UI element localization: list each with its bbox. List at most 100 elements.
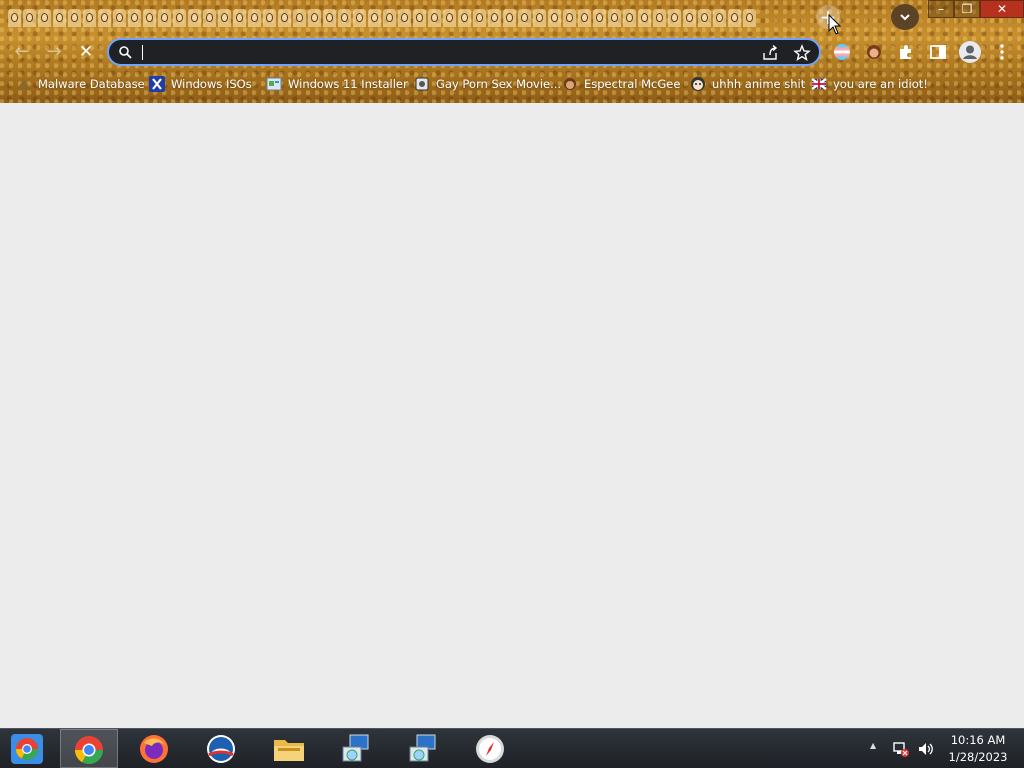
browser-tab[interactable] [383, 9, 396, 27]
browser-tab[interactable] [143, 9, 156, 27]
browser-tab[interactable] [8, 9, 21, 27]
browser-tab[interactable] [248, 9, 261, 27]
side-panel-icon[interactable] [928, 42, 948, 62]
malware-favicon-icon [18, 78, 30, 89]
browser-tab[interactable] [233, 9, 246, 27]
taskbar-app-setup-installer[interactable] [326, 729, 384, 768]
browser-tab[interactable] [653, 9, 666, 27]
bookmark-espectral-mcgee[interactable]: Espectral McGee [562, 75, 680, 93]
browser-tab[interactable] [293, 9, 306, 27]
browser-tab[interactable] [458, 9, 471, 27]
puzzle-extensions-icon[interactable] [896, 42, 916, 62]
browser-tab[interactable] [113, 9, 126, 27]
taskbar-app-chromium[interactable] [0, 729, 58, 768]
profile-avatar-icon[interactable] [958, 40, 982, 64]
browser-tab[interactable] [323, 9, 336, 27]
x-favicon-icon [149, 76, 165, 92]
close-window-button[interactable]: ✕ [980, 0, 1024, 18]
taskbar-app-chrome[interactable] [60, 729, 118, 768]
volume-icon[interactable] [917, 741, 935, 757]
browser-tab[interactable] [698, 9, 711, 27]
browser-tab[interactable] [173, 9, 186, 27]
tab-strip[interactable] [8, 5, 788, 31]
browser-tab[interactable] [503, 9, 516, 27]
browser-tab[interactable] [443, 9, 456, 27]
taskbar-app-safari[interactable] [460, 729, 518, 768]
browser-tab[interactable] [428, 9, 441, 27]
face-extension-icon[interactable] [864, 42, 884, 62]
browser-tab[interactable] [263, 9, 276, 27]
browser-tab[interactable] [668, 9, 681, 27]
tray-overflow-arrow[interactable]: ▲ [870, 741, 876, 750]
page-content-area[interactable] [0, 103, 1024, 728]
trans-flag-extension-icon[interactable] [832, 42, 852, 62]
tab-search-button[interactable] [891, 4, 919, 30]
installer-favicon-icon [266, 77, 282, 91]
browser-tab[interactable] [578, 9, 591, 27]
opera-logo-icon [207, 735, 235, 763]
share-icon[interactable] [761, 44, 779, 62]
taskbar: ▲ 10:16 AM 1/28/2023 [0, 728, 1024, 768]
browser-tab[interactable] [158, 9, 171, 27]
browser-tab[interactable] [548, 9, 561, 27]
browser-tab[interactable] [683, 9, 696, 27]
browser-tab[interactable] [98, 9, 111, 27]
restore-button[interactable]: ❐ [954, 0, 980, 18]
browser-tab[interactable] [563, 9, 576, 27]
browser-tab[interactable] [83, 9, 96, 27]
browser-tab[interactable] [368, 9, 381, 27]
address-input[interactable] [147, 43, 751, 65]
browser-tab[interactable] [713, 9, 726, 27]
taskbar-app-setup-installer-2[interactable] [393, 729, 451, 768]
browser-tab[interactable] [38, 9, 51, 27]
browser-tab[interactable] [278, 9, 291, 27]
kebab-menu-icon[interactable] [992, 42, 1012, 62]
browser-tab[interactable] [473, 9, 486, 27]
browser-tab[interactable] [488, 9, 501, 27]
browser-tab[interactable] [338, 9, 351, 27]
bookmark-label: uhhh anime shit [712, 77, 806, 91]
browser-tab[interactable] [53, 9, 66, 27]
stop-loading-button[interactable]: ✕ [74, 40, 98, 64]
bookmark-malware-database[interactable]: Malware Database [16, 75, 145, 93]
browser-tab[interactable] [533, 9, 546, 27]
browser-tab[interactable] [353, 9, 366, 27]
bookmark-star-icon[interactable] [793, 44, 811, 62]
chrome-icon [75, 736, 103, 764]
taskbar-app-opera[interactable] [193, 729, 251, 768]
bookmark-anime[interactable]: uhhh anime shit [690, 75, 805, 93]
browser-tab[interactable] [413, 9, 426, 27]
network-icon[interactable] [892, 741, 910, 757]
search-icon [119, 46, 132, 59]
address-bar[interactable] [107, 38, 821, 66]
taskbar-app-file-explorer[interactable] [260, 729, 318, 768]
taskbar-app-firefox[interactable] [126, 729, 184, 768]
browser-tab[interactable] [398, 9, 411, 27]
bookmark-windows-isos[interactable]: Windows ISOs [149, 75, 252, 93]
clock-date[interactable]: 1/28/2023 [938, 750, 1018, 764]
stop-icon: ✕ [78, 42, 94, 62]
browser-tab[interactable] [203, 9, 216, 27]
browser-tab[interactable] [218, 9, 231, 27]
browser-tab[interactable] [623, 9, 636, 27]
bookmark-windows-11-installer[interactable]: Windows 11 Installer [266, 75, 408, 93]
bookmark-you-are-an-idiot[interactable]: you are an idiot! [811, 75, 928, 93]
browser-tab[interactable] [308, 9, 321, 27]
chevron-down-icon [900, 14, 910, 21]
flag-favicon-icon [811, 78, 827, 90]
browser-tab[interactable] [638, 9, 651, 27]
bookmark-site-4[interactable]: Gay Porn Sex Movie... [414, 75, 561, 93]
back-button[interactable]: ← [10, 40, 34, 64]
forward-button[interactable]: → [42, 40, 66, 64]
browser-tab[interactable] [188, 9, 201, 27]
browser-tab[interactable] [593, 9, 606, 27]
browser-tab[interactable] [728, 9, 741, 27]
browser-tab[interactable] [23, 9, 36, 27]
browser-tab[interactable] [743, 9, 756, 27]
browser-tab[interactable] [68, 9, 81, 27]
browser-tab[interactable] [608, 9, 621, 27]
clock-time[interactable]: 10:16 AM [938, 733, 1018, 747]
browser-tab[interactable] [518, 9, 531, 27]
minimize-button[interactable]: – [928, 0, 954, 18]
browser-tab[interactable] [128, 9, 141, 27]
